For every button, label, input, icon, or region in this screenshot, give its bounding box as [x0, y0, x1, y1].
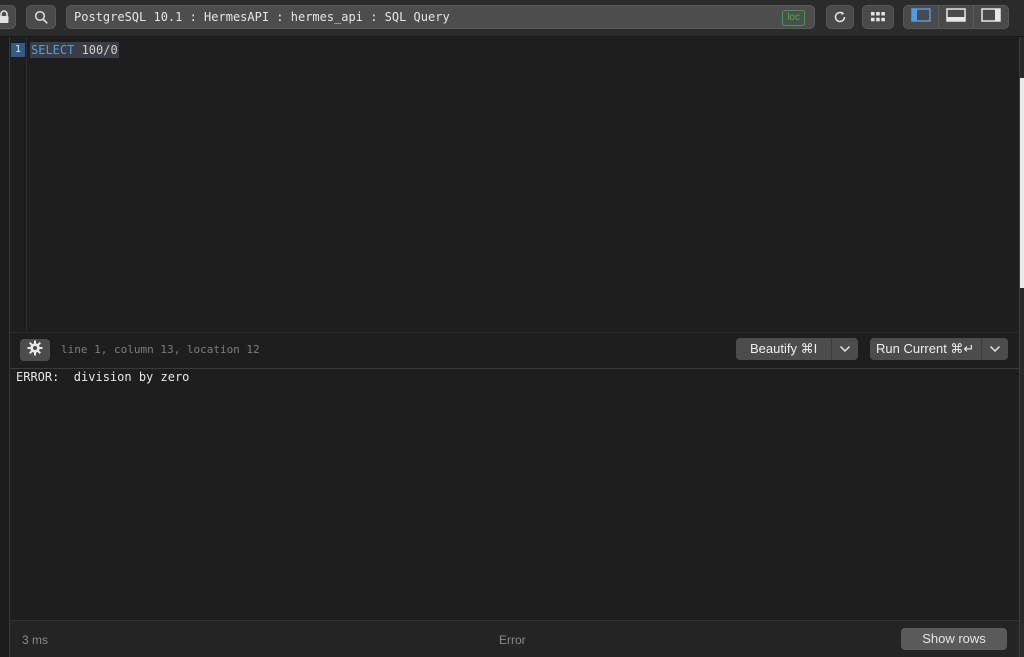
beautify-button[interactable]: Beautify ⌘I	[736, 338, 831, 360]
settings-button[interactable]	[20, 339, 50, 361]
refresh-button[interactable]	[826, 5, 854, 29]
gear-icon	[27, 340, 43, 361]
beautify-split-button: Beautify ⌘I	[736, 338, 858, 360]
lock-button[interactable]	[0, 5, 16, 29]
search-icon	[34, 10, 48, 24]
results-footer: 3 ms Error Show rows	[10, 620, 1019, 657]
code-line[interactable]: SELECT 100/0	[30, 42, 119, 58]
editor-status-bar: line 1, column 13, location 12 Beautify …	[10, 332, 1019, 369]
right-panel-icon	[981, 7, 1001, 27]
line-gutter: 1	[10, 37, 27, 332]
sql-keyword: SELECT	[31, 43, 75, 57]
background-window-sliver	[1020, 78, 1024, 288]
chevron-down-icon	[989, 340, 1001, 358]
refresh-icon	[833, 10, 847, 24]
error-message: ERROR: division by zero	[16, 370, 190, 384]
connection-path: PostgreSQL 10.1 : HermesAPI : hermes_api…	[74, 10, 450, 24]
panel-toggle-group	[903, 5, 1009, 29]
toggle-right-panel[interactable]	[973, 6, 1008, 28]
loc-badge: loc	[782, 10, 805, 26]
results-panel: ERROR: division by zero	[10, 369, 1019, 620]
show-rows-button[interactable]: Show rows	[901, 628, 1007, 650]
line-number: 1	[11, 43, 25, 57]
cursor-position: line 1, column 13, location 12	[61, 343, 260, 356]
sql-expression: 100/0	[74, 43, 118, 57]
grid-icon	[870, 11, 886, 23]
query-timing: 3 ms	[22, 633, 49, 647]
grid-button[interactable]	[862, 5, 894, 29]
toggle-left-panel[interactable]	[904, 6, 938, 28]
sql-editor[interactable]: 1 SELECT 100/0	[10, 37, 1019, 332]
run-current-button[interactable]: Run Current ⌘↵	[870, 338, 981, 360]
run-current-split-button: Run Current ⌘↵	[870, 338, 1008, 360]
address-bar[interactable]: PostgreSQL 10.1 : HermesAPI : hermes_api…	[66, 5, 815, 29]
lock-icon	[0, 10, 10, 24]
search-button[interactable]	[26, 5, 56, 29]
beautify-dropdown[interactable]	[831, 338, 858, 360]
toolbar: PostgreSQL 10.1 : HermesAPI : hermes_api…	[0, 0, 1024, 37]
chevron-down-icon	[839, 340, 851, 358]
run-current-dropdown[interactable]	[981, 338, 1008, 360]
bottom-panel-icon	[946, 7, 966, 27]
toggle-bottom-panel[interactable]	[938, 6, 973, 28]
left-edge	[0, 37, 10, 657]
left-panel-icon	[911, 7, 931, 27]
app-window: PostgreSQL 10.1 : HermesAPI : hermes_api…	[0, 0, 1024, 657]
query-status: Error	[499, 633, 526, 647]
